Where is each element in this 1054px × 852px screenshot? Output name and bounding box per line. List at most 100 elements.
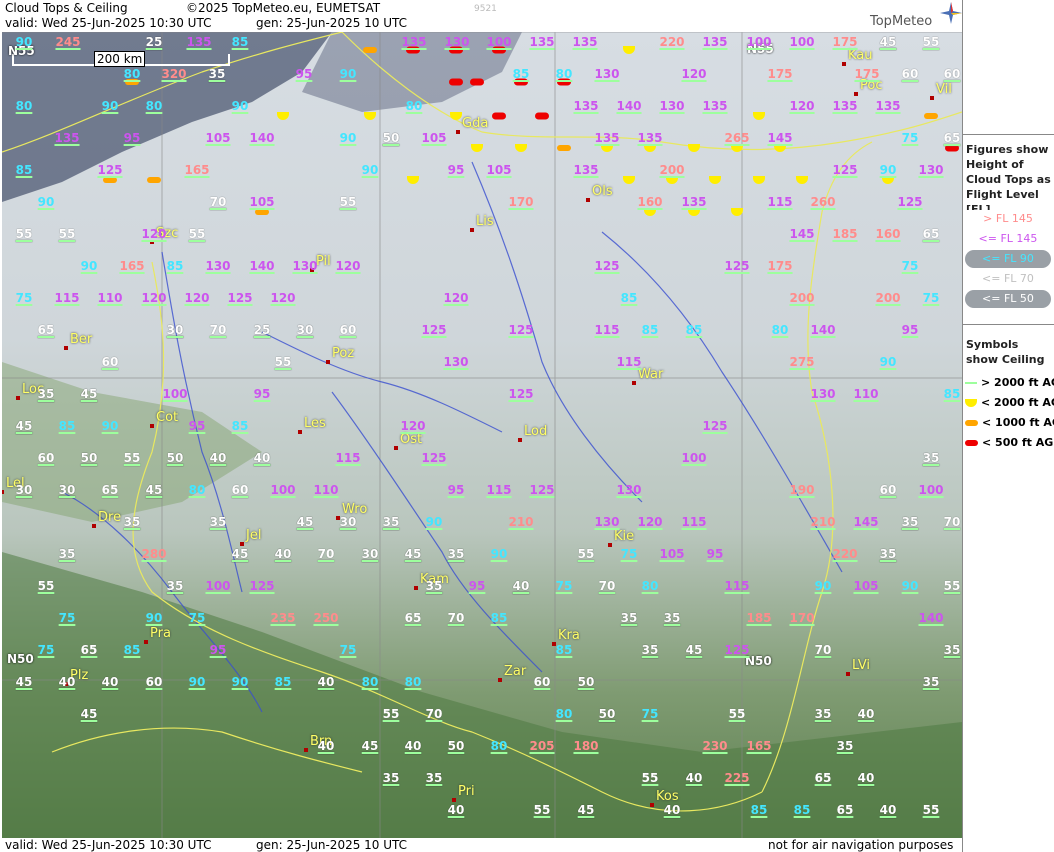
- cloud-top-value: 165: [184, 163, 210, 177]
- cloud-top-value: 75: [58, 611, 76, 625]
- cloud-top-value: 120: [443, 291, 469, 305]
- cloud-top-value: 55: [188, 227, 206, 241]
- cloud-top-value: 40: [857, 771, 875, 785]
- cloud-top-value: 120: [141, 227, 167, 241]
- cloud-top-value: 55: [922, 803, 940, 817]
- cloud-top-value: 165: [746, 739, 772, 753]
- city-marker-icon: [92, 524, 96, 528]
- cloud-top-value: 230: [702, 739, 728, 753]
- cloud-top-value: 55: [274, 355, 292, 369]
- cloud-top-value: 200: [789, 291, 815, 305]
- cloud-top-value: 160: [637, 195, 663, 209]
- cloud-top-value: 40: [209, 451, 227, 465]
- cloud-top-value: 120: [789, 99, 815, 113]
- city-label: Pil: [316, 254, 331, 269]
- cloud-top-value: 75: [188, 611, 206, 625]
- cloud-top-value: 35: [166, 579, 184, 593]
- city-label: Kau: [848, 48, 873, 63]
- city-marker-icon: [854, 92, 858, 96]
- city-label: Vil: [936, 82, 952, 97]
- cloud-top-value: 115: [724, 579, 750, 593]
- cloud-top-value: 55: [382, 707, 400, 721]
- cloud-top-value: 210: [508, 515, 534, 529]
- cloud-top-value: 100: [746, 35, 772, 49]
- cloud-top-value: 115: [486, 483, 512, 497]
- city-marker-icon: [394, 446, 398, 450]
- cloud-top-value: 45: [15, 419, 33, 433]
- cloud-top-value: 35: [901, 515, 919, 529]
- cloud-top-value: 80: [771, 323, 789, 337]
- cloud-top-value: 135: [401, 35, 427, 49]
- cloud-top-value: 60: [37, 451, 55, 465]
- cloud-top-value: 105: [486, 163, 512, 177]
- cloud-top-value: 90: [231, 675, 249, 689]
- city-marker-icon: [470, 228, 474, 232]
- city-marker-icon: [842, 62, 846, 66]
- cloud-top-value: 235: [270, 611, 296, 625]
- generated-time: gen: 25-Jun-2025 10 UTC: [256, 16, 408, 30]
- cloud-top-value: 95: [706, 547, 724, 561]
- cloud-top-value: 95: [901, 323, 919, 337]
- cloud-top-value: 145: [767, 131, 793, 145]
- satellite-map[interactable]: 200 km N55 N55 N50 N50 Kau Vil Poc Gda Ols Szc Li…: [2, 32, 962, 838]
- cloud-top-value: 135: [573, 99, 599, 113]
- city-label: Gda: [462, 116, 489, 131]
- city-marker-icon: [326, 360, 330, 364]
- cloud-top-value: 40: [512, 579, 530, 593]
- cloud-top-value: 110: [97, 291, 123, 305]
- cloud-top-value: 60: [231, 483, 249, 497]
- cloud-top-value: 125: [421, 323, 447, 337]
- cloud-top-value: 80: [405, 99, 423, 113]
- cloud-top-value: 70: [943, 515, 961, 529]
- cloud-top-value: 130: [444, 35, 470, 49]
- cloud-top-value: 35: [922, 675, 940, 689]
- cloud-top-value: 65: [80, 643, 98, 657]
- city-label: LVi: [852, 658, 871, 673]
- cloud-top-value: 130: [918, 163, 944, 177]
- compass-logo-icon: [940, 2, 962, 24]
- cloud-top-value: 55: [123, 451, 141, 465]
- cloud-top-value: 275: [789, 355, 815, 369]
- city-marker-icon: [240, 542, 244, 546]
- cloud-top-value: 95: [468, 579, 486, 593]
- city-label: Ber: [70, 332, 93, 347]
- cloud-top-value: 125: [508, 387, 534, 401]
- cloud-top-value: 135: [702, 35, 728, 49]
- cloud-top-value: 95: [188, 419, 206, 433]
- city-label: Kie: [614, 529, 635, 544]
- city-marker-icon: [150, 424, 154, 428]
- legend-symbol-label: < 2000 ft AGL: [981, 396, 1054, 409]
- city-label: Les: [304, 416, 326, 431]
- cloud-top-value: 65: [101, 483, 119, 497]
- cloud-top-value: 30: [361, 547, 379, 561]
- cloud-top-value: 115: [616, 355, 642, 369]
- cloud-top-value: 40: [317, 739, 335, 753]
- cloud-top-value: 85: [166, 259, 184, 273]
- city-marker-icon: [144, 640, 148, 644]
- city-label: Pri: [458, 784, 475, 799]
- cloud-top-value: 90: [339, 67, 357, 81]
- legend-line-icon: [965, 382, 977, 384]
- city-marker-icon: [414, 586, 418, 590]
- cloud-top-value: 40: [663, 803, 681, 817]
- footer-generated-time: gen: 25-Jun-2025 10 UTC: [256, 838, 408, 852]
- legend-symbol-label: < 1000 ft AGL: [982, 416, 1054, 429]
- cloud-top-value: 45: [685, 643, 703, 657]
- cloud-top-value: 105: [421, 131, 447, 145]
- cloud-top-value: 50: [80, 451, 98, 465]
- cloud-top-value: 100: [270, 483, 296, 497]
- cloud-top-value: 75: [620, 547, 638, 561]
- cloud-top-value: 210: [810, 515, 836, 529]
- cloud-top-value: 95: [295, 67, 313, 81]
- cloud-top-value: 145: [853, 515, 879, 529]
- legend-symbol-item: < 1000 ft AGL: [965, 416, 1054, 429]
- cloud-top-value: 50: [166, 451, 184, 465]
- cloud-top-value: 25: [253, 323, 271, 337]
- cloud-top-value: 110: [853, 387, 879, 401]
- cloud-top-value: 220: [659, 35, 685, 49]
- city-marker-icon: [632, 381, 636, 385]
- city-marker-icon: [608, 543, 612, 547]
- cloud-top-value: 50: [382, 131, 400, 145]
- cloud-top-value: 90: [425, 515, 443, 529]
- city-marker-icon: [586, 198, 590, 202]
